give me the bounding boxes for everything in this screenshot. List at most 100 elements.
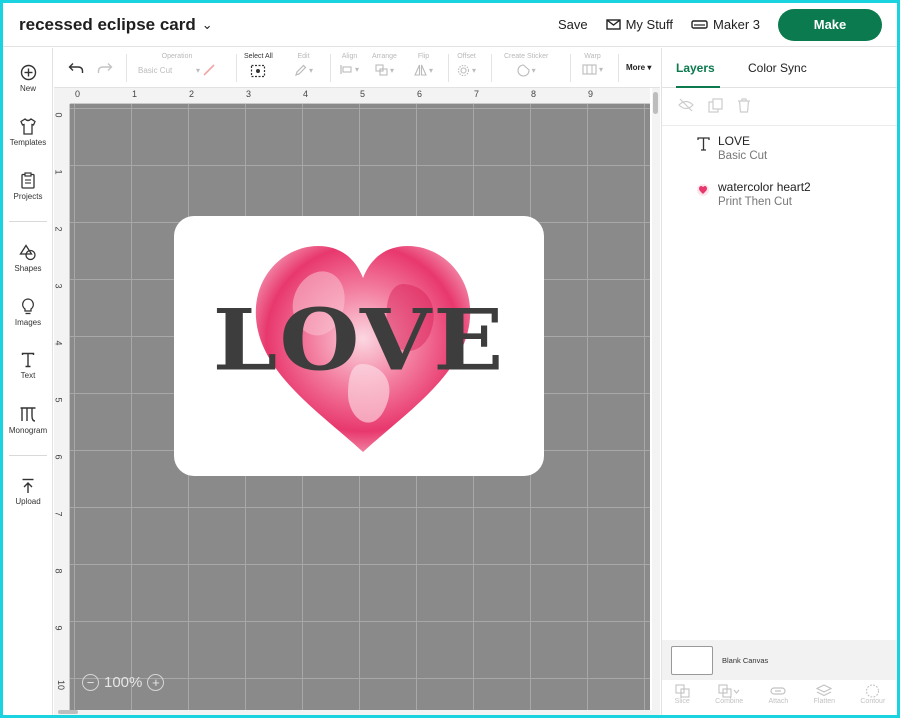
flip-icon [414, 64, 427, 76]
ruler-number: 2 [189, 89, 195, 99]
tab-layers[interactable]: Layers [676, 48, 720, 88]
love-text-object[interactable]: LOVE [196, 298, 522, 383]
slice-button[interactable]: Slice [675, 684, 690, 715]
hide-icon[interactable] [678, 98, 694, 112]
blank-canvas-row[interactable]: Blank Canvas [662, 640, 898, 680]
flatten-button[interactable]: Flatten [814, 684, 835, 715]
ruler-number: 0 [75, 89, 81, 99]
chevron-down-icon: ▾ [647, 63, 652, 72]
sidebar-item-upload[interactable]: Upload [3, 478, 53, 506]
ruler-corner [54, 88, 70, 104]
save-button[interactable]: Save [558, 17, 588, 32]
zoom-out-button[interactable]: − [82, 674, 99, 691]
monogram-icon [20, 407, 36, 422]
create-sticker-control: ▾ [517, 64, 536, 77]
select-all-button[interactable]: Select All [244, 53, 273, 78]
chevron-down-icon: ▾ [355, 65, 360, 74]
flip-control: ▾ [414, 64, 433, 76]
operation-dropdown[interactable]: Operation Basic Cut ▾ [138, 53, 216, 76]
duplicate-icon[interactable] [708, 98, 723, 113]
sidebar-item-monogram[interactable]: Monogram [3, 406, 53, 435]
ruler-number: 4 [53, 340, 64, 346]
align-icon [340, 65, 352, 74]
design-canvas[interactable]: LOVE [70, 104, 650, 710]
tab-color-sync[interactable]: Color Sync [748, 48, 807, 88]
clipboard-icon [21, 172, 35, 189]
undo-icon[interactable] [68, 62, 84, 74]
layer-name: watercolor heart2 [718, 180, 811, 194]
attach-label: Attach [768, 698, 789, 705]
machine-selector[interactable]: Maker 3 [691, 17, 760, 32]
vertical-ruler: 0 1 2 3 4 5 6 7 8 9 10 [54, 104, 70, 710]
trash-icon[interactable] [737, 98, 751, 113]
edit-toolbar: Operation Basic Cut ▾ Select All Edit ▾ … [54, 48, 660, 88]
layer-item[interactable]: watercolor heart2 Print Then Cut [662, 180, 898, 208]
card-object[interactable]: LOVE [174, 216, 544, 476]
combine-button[interactable]: Combine [715, 684, 743, 715]
offset-dropdown[interactable]: Offset ▾ [457, 53, 476, 77]
upload-icon [22, 478, 34, 493]
redo-icon[interactable] [97, 62, 113, 74]
more-dropdown[interactable]: More ▾ [626, 63, 651, 72]
edit-control: ▾ [294, 64, 313, 77]
attach-button[interactable]: Attach [768, 684, 788, 715]
horizontal-scrollbar[interactable] [54, 710, 660, 715]
create-sticker-dropdown[interactable]: Create Sticker ▾ [504, 53, 548, 77]
chevron-down-icon: ⌄ [201, 16, 213, 32]
sidebar-item-label: New [19, 84, 36, 93]
ruler-number: 7 [53, 511, 64, 517]
lightbulb-icon [22, 298, 34, 315]
my-stuff-button[interactable]: My Stuff [605, 17, 673, 32]
contour-button[interactable]: Contour [860, 684, 885, 715]
machine-label: Maker 3 [713, 17, 760, 32]
pencil-icon [295, 64, 307, 76]
chevron-down-icon: ▾ [309, 66, 314, 75]
flatten-icon [816, 684, 833, 697]
sidebar-item-shapes[interactable]: Shapes [3, 244, 53, 273]
sidebar-item-templates[interactable]: Templates [3, 118, 53, 147]
align-dropdown[interactable]: Align ▾ [340, 53, 359, 75]
warp-dropdown[interactable]: Warp ▾ [582, 53, 603, 75]
project-title: recessed eclipse card [19, 14, 196, 34]
edit-label: Edit [297, 53, 310, 60]
zoom-level: 100% [104, 674, 143, 691]
scroll-thumb[interactable] [58, 710, 78, 714]
arrange-dropdown[interactable]: Arrange ▾ [372, 53, 397, 76]
sidebar-item-label: Monogram [8, 426, 48, 435]
flip-dropdown[interactable]: Flip ▾ [414, 53, 433, 76]
ruler-number: 4 [303, 89, 309, 99]
contour-label: Contour [860, 698, 886, 705]
edit-dropdown[interactable]: Edit ▾ [294, 53, 313, 77]
select-all-label: Select All [244, 53, 273, 60]
combine-label: Combine [715, 698, 744, 705]
warp-control: ▾ [582, 64, 603, 75]
ruler-number: 0 [53, 112, 64, 118]
ruler-number: 8 [531, 89, 537, 99]
sidebar-item-images[interactable]: Images [3, 298, 53, 327]
layers-panel: Layers Color Sync LOVE Basic Cut waterco… [661, 48, 898, 715]
sidebar-item-label: Templates [9, 138, 47, 147]
text-icon [688, 134, 718, 162]
canvas-swatch[interactable] [671, 645, 713, 675]
toolbar-divider [618, 54, 619, 82]
offset-control: ▾ [457, 64, 476, 77]
ruler-number: 8 [53, 568, 64, 574]
sidebar-item-text[interactable]: Text [3, 352, 53, 380]
ruler-number: 9 [588, 89, 594, 99]
make-button[interactable]: Make [778, 8, 882, 41]
zoom-control: − 100% + [82, 674, 165, 691]
scroll-thumb[interactable] [653, 92, 658, 114]
heart-thumbnail-icon [688, 180, 718, 208]
more-label: More [626, 63, 646, 72]
sticker-icon [517, 64, 530, 77]
sidebar-item-new[interactable]: New [3, 64, 53, 93]
layer-tools [662, 88, 897, 126]
ruler-number: 2 [53, 226, 64, 232]
layer-item[interactable]: LOVE Basic Cut [662, 134, 898, 162]
zoom-in-button[interactable]: + [147, 674, 165, 691]
sidebar-item-label: Images [14, 318, 42, 327]
slice-icon [675, 684, 690, 698]
project-title-dropdown[interactable]: recessed eclipse card ⌄ [19, 15, 213, 35]
sidebar-item-projects[interactable]: Projects [3, 172, 53, 201]
vertical-scrollbar[interactable] [652, 88, 660, 710]
